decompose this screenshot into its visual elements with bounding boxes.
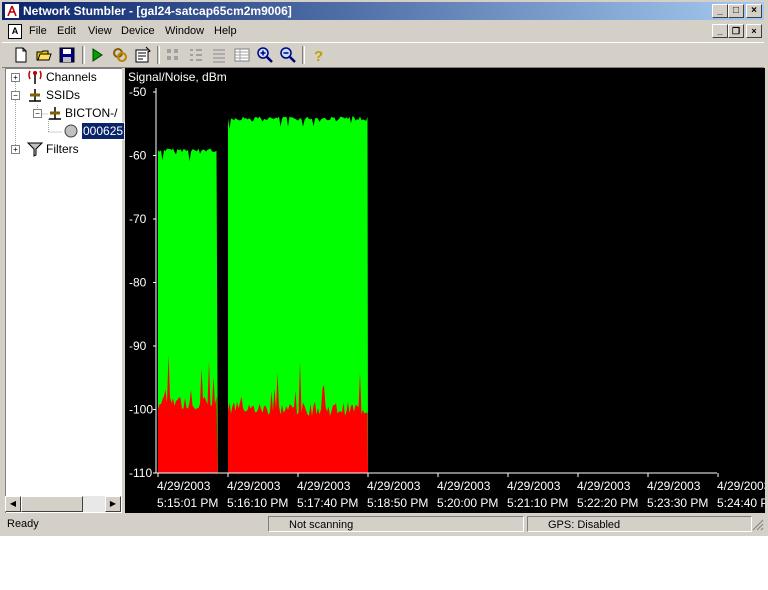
menu-view[interactable]: View	[88, 24, 112, 38]
x-tick-date-label: 4/29/2003	[577, 479, 631, 493]
access-point-icon	[64, 124, 78, 138]
x-tick-time-label: 5:18:50 PM	[367, 496, 428, 510]
tree-item-ssid[interactable]: BICTON-/	[65, 105, 117, 121]
status-ready: Ready	[7, 518, 39, 530]
collapse-ssids[interactable]: −	[11, 91, 20, 100]
x-tick-time-label: 5:23:30 PM	[647, 496, 708, 510]
x-tick-time-label: 5:20:00 PM	[437, 496, 498, 510]
main-window: Network Stumbler - [gal24-satcap65cm2m90…	[0, 0, 768, 536]
tree-horizontal-scrollbar[interactable]: ◀ ▶	[5, 496, 121, 512]
minimize-button[interactable]: _	[712, 4, 728, 18]
expand-channels[interactable]: +	[11, 73, 20, 82]
x-tick-date-label: 4/29/2003	[507, 479, 561, 493]
resize-grip-icon[interactable]	[752, 519, 764, 531]
funnel-icon	[26, 142, 44, 157]
toolbar-separator	[157, 46, 160, 64]
x-tick-date-label: 4/29/2003	[297, 479, 351, 493]
scroll-thumb[interactable]	[21, 496, 83, 512]
new-file-icon[interactable]	[12, 46, 30, 64]
menu-bar: A File Edit View Device Window Help _ ❐ …	[2, 21, 764, 41]
y-tick-label: -110	[129, 466, 152, 480]
scroll-right-icon[interactable]: ▶	[105, 496, 121, 512]
y-tick-label: -70	[129, 212, 147, 226]
x-tick-date-label: 4/29/2003	[647, 479, 701, 493]
antenna-icon	[28, 70, 42, 84]
x-tick-time-label: 5:21:10 PM	[507, 496, 568, 510]
y-tick-label: -80	[129, 276, 147, 290]
toolbar-separator	[302, 46, 305, 64]
x-tick-date-label: 4/29/2003	[157, 479, 211, 493]
app-icon[interactable]	[5, 4, 19, 18]
status-bar: Ready Not scanning GPS: Disabled	[2, 515, 764, 534]
properties-icon[interactable]	[134, 46, 152, 64]
y-tick-label: -50	[129, 85, 147, 99]
menu-help[interactable]: Help	[214, 24, 237, 38]
filter-icon[interactable]	[111, 46, 129, 64]
x-tick-time-label: 5:15:01 PM	[157, 496, 218, 510]
tree-view: + Channels − SSIDs − BICTON-/ 000625 + F…	[5, 68, 126, 513]
list-view-icon[interactable]	[210, 46, 228, 64]
menu-edit[interactable]: Edit	[57, 24, 76, 38]
maximize-button[interactable]: □	[728, 4, 744, 18]
x-tick-time-label: 5:24:40 PM	[717, 496, 765, 510]
document-icon[interactable]: A	[8, 24, 22, 39]
zoom-in-icon[interactable]	[256, 46, 274, 64]
large-icons-icon[interactable]	[164, 46, 182, 64]
tree-item-filters[interactable]: Filters	[46, 141, 79, 157]
chart-svg: Signal/Noise, dBm -50 -60 -70 -80 -90 -100 -11…	[128, 70, 765, 510]
title-bar: Network Stumbler - [gal24-satcap65cm2m90…	[2, 2, 764, 20]
toolbar: ?	[2, 42, 764, 68]
details-view-icon[interactable]	[233, 46, 251, 64]
ssid-icon	[49, 107, 61, 120]
menu-file[interactable]: File	[29, 24, 47, 38]
y-tick-label: -100	[129, 403, 153, 417]
window-title: Network Stumbler - [gal24-satcap65cm2m90…	[23, 4, 292, 18]
menu-window[interactable]: Window	[165, 24, 204, 38]
mdi-minimize-button[interactable]: _	[712, 24, 728, 38]
menu-device[interactable]: Device	[121, 24, 155, 38]
mdi-close-button[interactable]: ×	[746, 24, 762, 38]
tree-item-ap[interactable]: 000625	[80, 122, 126, 140]
small-icons-icon[interactable]	[187, 46, 205, 64]
collapse-ssid[interactable]: −	[33, 109, 42, 118]
expand-filters[interactable]: +	[11, 145, 20, 154]
tree-item-channels[interactable]: Channels	[46, 69, 97, 85]
x-tick-date-label: 4/29/2003	[717, 479, 765, 493]
chart-title: Signal/Noise, dBm	[128, 70, 227, 84]
help-icon[interactable]: ?	[309, 46, 327, 64]
x-tick-time-label: 5:17:40 PM	[297, 496, 358, 510]
play-icon[interactable]	[88, 46, 106, 64]
x-tick-time-label: 5:22:20 PM	[577, 496, 638, 510]
x-tick-date-label: 4/29/2003	[437, 479, 491, 493]
mdi-restore-button[interactable]: ❐	[728, 24, 744, 38]
save-icon[interactable]	[58, 46, 76, 64]
open-folder-icon[interactable]	[35, 46, 53, 64]
x-tick-time-label: 5:16:10 PM	[227, 496, 288, 510]
y-tick-label: -60	[129, 149, 147, 163]
status-gps: GPS: Disabled	[527, 516, 752, 532]
x-tick-date-label: 4/29/2003	[227, 479, 281, 493]
toolbar-separator	[82, 46, 85, 64]
signal-noise-chart: Signal/Noise, dBm -50 -60 -70 -80 -90 -100 -11…	[125, 68, 765, 513]
close-button[interactable]: ×	[746, 4, 762, 18]
tree-item-ssids[interactable]: SSIDs	[46, 87, 80, 103]
ssid-group-icon	[29, 89, 41, 102]
zoom-out-icon[interactable]	[279, 46, 297, 64]
scroll-left-icon[interactable]: ◀	[5, 496, 21, 512]
status-scanning: Not scanning	[268, 516, 524, 532]
y-tick-label: -90	[129, 339, 147, 353]
x-tick-date-label: 4/29/2003	[367, 479, 421, 493]
svg-text:?: ?	[314, 48, 323, 64]
